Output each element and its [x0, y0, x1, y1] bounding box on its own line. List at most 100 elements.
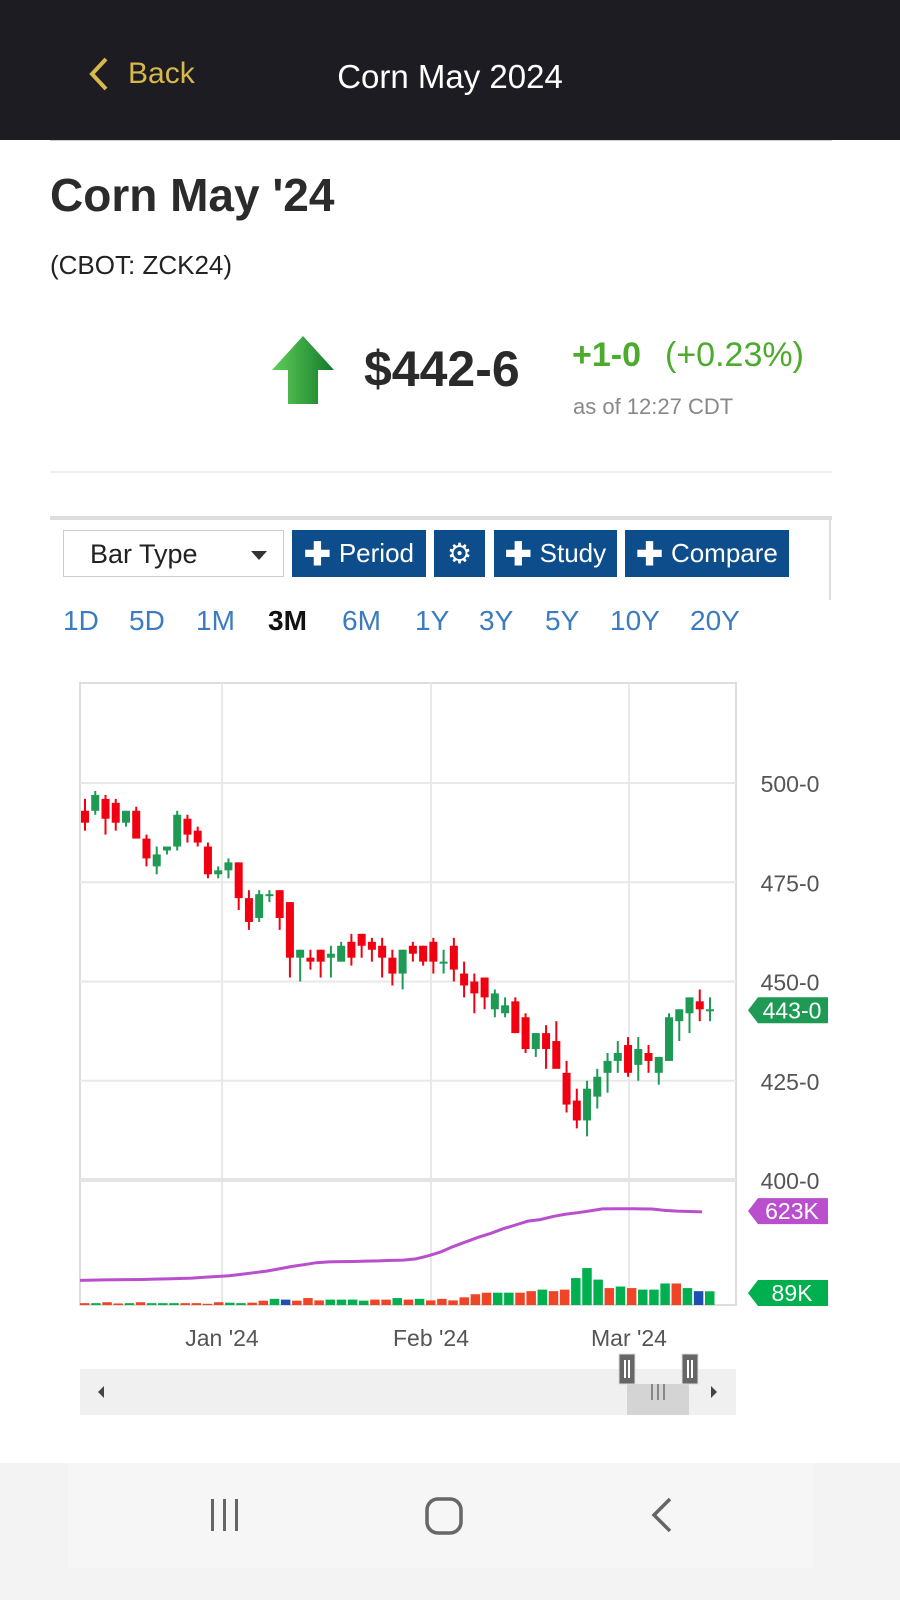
- volume-bar: [236, 1303, 246, 1305]
- candle-body: [337, 945, 346, 962]
- volume-bar: [347, 1299, 358, 1305]
- volume-bar: [80, 1303, 90, 1305]
- home-icon[interactable]: [423, 1495, 465, 1537]
- candle-body: [316, 949, 325, 962]
- volume-bar: [693, 1291, 704, 1305]
- last-price: $442-6: [364, 341, 520, 397]
- candle-body: [572, 1100, 581, 1121]
- volume-bar: [146, 1303, 157, 1305]
- volume-bar: [537, 1289, 548, 1305]
- volume-bar: [470, 1294, 481, 1305]
- study-label: Study: [539, 538, 607, 568]
- scroller-handle[interactable]: [681, 1353, 699, 1385]
- volume-bar: [213, 1302, 224, 1305]
- volume-bar: [582, 1268, 592, 1305]
- candle-body: [542, 1033, 551, 1049]
- volume-bar: [705, 1291, 715, 1305]
- range-tab-5d[interactable]: 5D: [129, 605, 165, 637]
- candle-body: [439, 961, 448, 964]
- back-icon[interactable]: [648, 1495, 678, 1535]
- period-button[interactable]: ✚ Period: [292, 530, 426, 577]
- candle-body: [644, 1052, 653, 1061]
- volume-bar: [202, 1303, 213, 1305]
- candle-body: [408, 945, 417, 954]
- candle-body: [675, 1009, 684, 1022]
- volume-bar: [425, 1300, 436, 1305]
- volume-bar: [91, 1303, 101, 1305]
- price-tick-label: 450-0: [761, 970, 820, 996]
- volume-bar: [615, 1286, 626, 1305]
- range-tab-3m[interactable]: 3M: [268, 605, 307, 637]
- date-axis-label: Feb '24: [393, 1325, 469, 1351]
- volume-bar: [414, 1298, 425, 1305]
- candle-body: [132, 810, 141, 839]
- range-tab-1d[interactable]: 1D: [63, 605, 99, 637]
- range-tab-3y[interactable]: 3Y: [479, 605, 513, 637]
- range-scroller[interactable]: [80, 1369, 736, 1415]
- candle-body: [255, 894, 264, 918]
- plot-area: [79, 682, 737, 1306]
- candle-body: [654, 1056, 663, 1073]
- last-price-tag-text: 443-0: [763, 997, 822, 1023]
- range-tab-20y[interactable]: 20Y: [690, 605, 740, 637]
- volume-tag-text: 89K: [772, 1280, 814, 1306]
- candle-body: [706, 1009, 714, 1012]
- volume-bar: [638, 1289, 648, 1305]
- volume-bar: [593, 1279, 603, 1305]
- change-percent: (+0.23%): [665, 336, 804, 374]
- volume-bar: [604, 1288, 615, 1305]
- candle-body: [613, 1052, 622, 1061]
- candle-body: [470, 981, 479, 994]
- toolbar-border: [829, 520, 831, 600]
- handle-body: [618, 1353, 636, 1385]
- range-tab-1y[interactable]: 1Y: [415, 605, 449, 637]
- candle-body: [121, 810, 130, 823]
- volume-bar: [448, 1300, 458, 1305]
- range-tab-5y[interactable]: 5Y: [545, 605, 579, 637]
- last-price-tag: 443-0: [748, 997, 828, 1024]
- candle-body: [244, 898, 253, 922]
- settings-button[interactable]: ⚙: [434, 530, 485, 577]
- candle-body: [521, 1017, 530, 1049]
- candle-body: [296, 949, 305, 958]
- volume-bar: [682, 1288, 693, 1305]
- volume-bar: [392, 1298, 402, 1305]
- candle-body: [234, 862, 243, 899]
- page-title: Corn May '24: [50, 169, 335, 221]
- period-label: Period: [338, 538, 414, 568]
- volume-bar: [481, 1292, 492, 1305]
- candle-body: [429, 941, 438, 962]
- volume-bar: [314, 1300, 324, 1305]
- candle-body: [142, 838, 151, 859]
- compare-button[interactable]: ✚ Compare: [625, 530, 789, 577]
- range-tab-6m[interactable]: 6M: [342, 605, 381, 637]
- divider: [50, 471, 832, 473]
- volume-bar: [303, 1298, 313, 1305]
- scroller-handle[interactable]: [618, 1353, 636, 1385]
- volume-bar: [370, 1299, 380, 1305]
- volume-bar: [158, 1303, 168, 1305]
- range-tab-10y[interactable]: 10Y: [610, 605, 660, 637]
- volume-bar: [526, 1291, 536, 1305]
- candle-body: [460, 973, 469, 986]
- candle-body: [183, 818, 192, 835]
- price-tick-label: 500-0: [761, 771, 820, 797]
- price-chart[interactable]: 500-0 475-0 450-0 425-0 400-0 443-0 623K 89K Jan…: [0, 660, 900, 1430]
- study-button[interactable]: ✚ Study: [494, 530, 617, 577]
- bar-type-select[interactable]: Bar Type: [63, 530, 284, 577]
- open-interest-tag-text: 623K: [765, 1198, 819, 1224]
- symbol-label: (CBOT: ZCK24): [50, 250, 233, 280]
- change-value: +1-0: [572, 336, 641, 374]
- volume-bar: [359, 1300, 369, 1305]
- candle-body: [665, 1017, 674, 1061]
- timestamp: as of 12:27 CDT: [573, 394, 734, 419]
- candle-body: [552, 1041, 561, 1069]
- volume-bar: [102, 1302, 112, 1305]
- recents-icon[interactable]: [205, 1495, 245, 1535]
- volume-bar: [559, 1289, 570, 1305]
- range-tab-1m[interactable]: 1M: [196, 605, 235, 637]
- volume-bar: [649, 1289, 659, 1305]
- volume-bar: [459, 1297, 469, 1305]
- candle-body: [531, 1033, 540, 1049]
- candle-body: [603, 1060, 612, 1073]
